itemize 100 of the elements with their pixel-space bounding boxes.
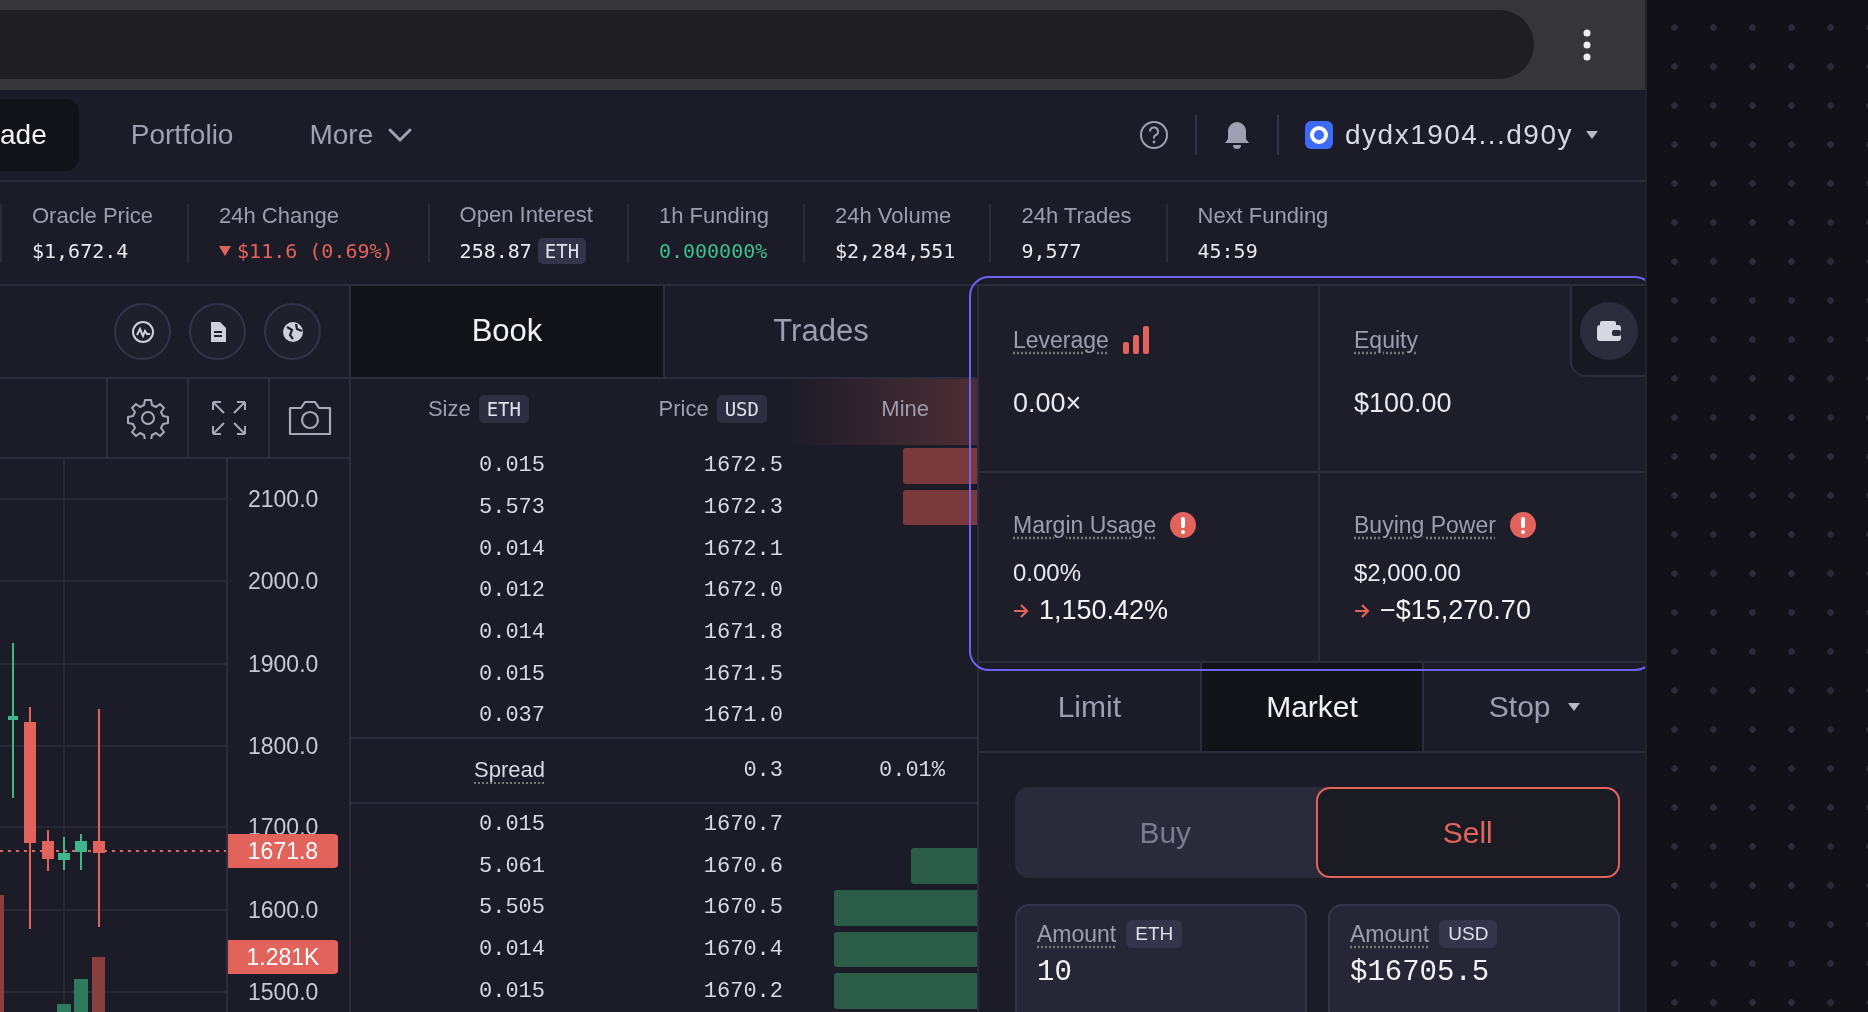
stat-value: 258.87 bbox=[459, 239, 532, 263]
size-cell-text: 0.014 bbox=[478, 937, 545, 962]
column-header: Size bbox=[427, 395, 471, 422]
spread-percent: 0.01% bbox=[878, 757, 945, 783]
size-cell-text: 0.037 bbox=[478, 703, 545, 729]
amount-field[interactable]: Amount USD $16705.5 bbox=[1328, 904, 1620, 1012]
stat-value: 0.000000% bbox=[658, 239, 768, 263]
wave-icon bbox=[130, 319, 155, 344]
price-cell-text: 1672.0 bbox=[702, 578, 783, 604]
unit-badge: ETH bbox=[1126, 920, 1183, 948]
stat-value: $2,284,551 bbox=[835, 239, 956, 263]
volume-bar bbox=[57, 1004, 71, 1012]
size-cell-text: 0.015 bbox=[478, 661, 545, 687]
settings-icon bbox=[126, 397, 169, 439]
menu-icon[interactable] bbox=[1582, 27, 1592, 62]
caret-icon[interactable] bbox=[1585, 130, 1599, 140]
projected-value: 1,150.42% bbox=[1039, 595, 1169, 626]
stat-value: $1,672.4 bbox=[32, 239, 129, 263]
book-tab[interactable]: Trades bbox=[665, 286, 977, 377]
size-cell-text: 0.015 bbox=[478, 453, 545, 479]
metric-label[interactable]: Buying Power bbox=[1354, 511, 1496, 539]
nav-tab[interactable]: Portfolio bbox=[110, 99, 254, 171]
candle bbox=[75, 833, 87, 871]
nav-tab[interactable]: ade bbox=[0, 99, 79, 171]
down-triangle-icon bbox=[219, 246, 232, 256]
price-cell-text: 1671.8 bbox=[702, 619, 783, 645]
metric-value: 0.00× bbox=[1013, 388, 1083, 419]
size-cell-text: 0.014 bbox=[478, 536, 545, 562]
stat-label: 24h Change bbox=[219, 203, 340, 229]
amount-field[interactable]: Amount ETH 10 bbox=[1015, 904, 1307, 1012]
help-icon[interactable] bbox=[1139, 120, 1169, 150]
projected-value: −$15,270.70 bbox=[1380, 595, 1531, 626]
candle bbox=[58, 836, 70, 871]
metric-value: $100.00 bbox=[1354, 388, 1453, 419]
metric-label[interactable]: Equity bbox=[1354, 326, 1418, 354]
column-header: Price bbox=[658, 395, 709, 422]
field-value: $16705.5 bbox=[1350, 956, 1491, 989]
size-cell-text: 5.061 bbox=[478, 853, 545, 879]
buy-button[interactable]: Buy bbox=[1015, 787, 1316, 878]
unit-badge: ETH bbox=[478, 394, 529, 423]
axis-label: 2100.0 bbox=[248, 485, 319, 513]
bell-icon[interactable] bbox=[1223, 120, 1251, 150]
metric-value: 0.00% bbox=[1013, 559, 1083, 587]
price-tag: 1671.8 bbox=[228, 834, 338, 868]
volume-bar bbox=[92, 957, 105, 1012]
nav-tab[interactable]: More bbox=[289, 99, 434, 171]
stat-label: Open Interest bbox=[459, 202, 593, 228]
order-type-tab[interactable]: Market bbox=[1201, 663, 1425, 751]
spread-label[interactable]: Spread bbox=[351, 757, 545, 784]
sell-button[interactable]: Sell bbox=[1315, 787, 1620, 878]
unit-badge: ETH bbox=[537, 238, 587, 264]
globe-icon bbox=[281, 320, 304, 343]
axis-label: 1500.0 bbox=[248, 978, 319, 1006]
size-cell-text: 0.015 bbox=[478, 978, 545, 1004]
unit-badge: USD bbox=[1439, 920, 1498, 948]
metric-label[interactable]: Margin Usage bbox=[1013, 511, 1157, 539]
metric-label[interactable]: Leverage bbox=[1013, 326, 1109, 354]
stat-value: 9,577 bbox=[1021, 239, 1082, 263]
price-cell-text: 1672.5 bbox=[702, 453, 783, 479]
axis-label: 1800.0 bbox=[248, 732, 319, 760]
stat-label: Oracle Price bbox=[32, 203, 154, 229]
arrow-right-icon bbox=[1354, 603, 1370, 618]
field-value: 10 bbox=[1037, 956, 1073, 989]
wave-button[interactable] bbox=[114, 303, 171, 360]
price-cell-text: 1670.4 bbox=[702, 937, 783, 962]
price-cell-text: 1670.7 bbox=[702, 811, 783, 837]
wallet-address[interactable]: dydx1904...d90y bbox=[1345, 119, 1573, 151]
globe-button[interactable] bbox=[264, 303, 321, 360]
stat-value: $11.6 (0.69%) bbox=[237, 239, 394, 263]
candle bbox=[42, 829, 54, 872]
order-type-tab[interactable]: Stop bbox=[1424, 663, 1645, 751]
arrow-right-icon bbox=[1013, 603, 1029, 618]
size-cell-text: 0.012 bbox=[478, 578, 545, 604]
size-cell-text: 0.015 bbox=[478, 811, 545, 837]
document-icon bbox=[208, 320, 227, 343]
axis-label: 1900.0 bbox=[248, 650, 319, 678]
column-header: Mine bbox=[881, 395, 929, 422]
book-tab[interactable]: Book bbox=[351, 286, 665, 377]
spread-value: 0.3 bbox=[742, 757, 783, 783]
field-label: Amount bbox=[1037, 920, 1117, 948]
wallet-logo-icon bbox=[1305, 121, 1333, 149]
price-cell-text: 1671.5 bbox=[702, 661, 783, 687]
price-cell-text: 1672.3 bbox=[702, 494, 783, 520]
stat-label: 24h Trades bbox=[1021, 203, 1132, 229]
volume-tag: 1.281K bbox=[228, 940, 338, 974]
size-cell-text: 5.573 bbox=[478, 494, 545, 520]
axis-label: 1600.0 bbox=[248, 896, 319, 924]
document-button[interactable] bbox=[189, 303, 246, 360]
stat-label: 24h Volume bbox=[835, 203, 953, 229]
expand-icon bbox=[209, 399, 248, 437]
price-cell-text: 1671.0 bbox=[702, 703, 783, 729]
stat-value: 45:59 bbox=[1197, 239, 1258, 263]
price-cell-text: 1670.6 bbox=[702, 853, 783, 879]
wallet-icon bbox=[1596, 320, 1621, 341]
size-cell-text: 0.014 bbox=[478, 619, 545, 645]
stat-label: 1h Funding bbox=[658, 203, 769, 229]
price-cell-text: 1672.1 bbox=[702, 536, 783, 562]
axis-label: 2000.0 bbox=[248, 567, 319, 595]
camera-icon bbox=[286, 399, 333, 437]
unit-badge: USD bbox=[716, 394, 767, 423]
